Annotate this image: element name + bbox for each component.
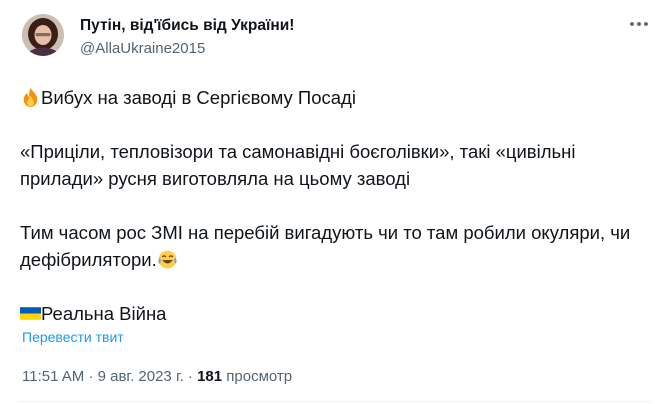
tweet-meta: 11:51 AM · 9 авг. 2023 г. · 181 просмотр (22, 368, 292, 385)
divider (18, 401, 651, 402)
tweet-headline: Вибух на заводі в Сергієвому Посаді (41, 87, 356, 108)
tweet: Путін, від'їбись від України! @AllaUkrai… (0, 0, 669, 404)
avatar[interactable] (22, 14, 64, 56)
tweet-line-1: Вибух на заводі в Сергієвому Посаді (20, 84, 650, 111)
more-options-button[interactable] (626, 14, 652, 34)
tweet-signature-text: Реальна Війна (41, 303, 167, 324)
tweet-paragraph-3-text: Тим часом рос ЗМІ на перебій вигадують ч… (20, 222, 631, 270)
translate-tweet-link[interactable]: Перевести твит (22, 329, 124, 345)
avatar-photo (22, 14, 64, 56)
view-count: 181 (197, 368, 223, 385)
tweet-time[interactable]: 11:51 AM (22, 368, 84, 385)
tweet-text: Вибух на заводі в Сергієвому Посаді «При… (20, 84, 650, 327)
author-handle[interactable]: @AllaUkraine2015 (80, 40, 205, 57)
tweet-paragraph-2: «Прицiли, тепловiзори та самонавiднi боє… (20, 141, 576, 189)
meta-separator: · (88, 368, 94, 385)
meta-separator: · (187, 368, 193, 385)
laughing-crying-emoji-icon (158, 250, 177, 269)
author-name[interactable]: Путін, від'їбись від України! (80, 17, 294, 35)
ukraine-flag-icon (20, 307, 41, 320)
tweet-paragraph-3: Тим часом рос ЗМІ на перебій вигадують ч… (20, 219, 650, 273)
tweet-date[interactable]: 9 авг. 2023 г. (98, 368, 184, 385)
tweet-signature: Реальна Війна (20, 300, 650, 327)
more-icon (630, 22, 648, 26)
view-label: просмотр (226, 368, 293, 385)
fire-emoji-icon (23, 88, 38, 107)
